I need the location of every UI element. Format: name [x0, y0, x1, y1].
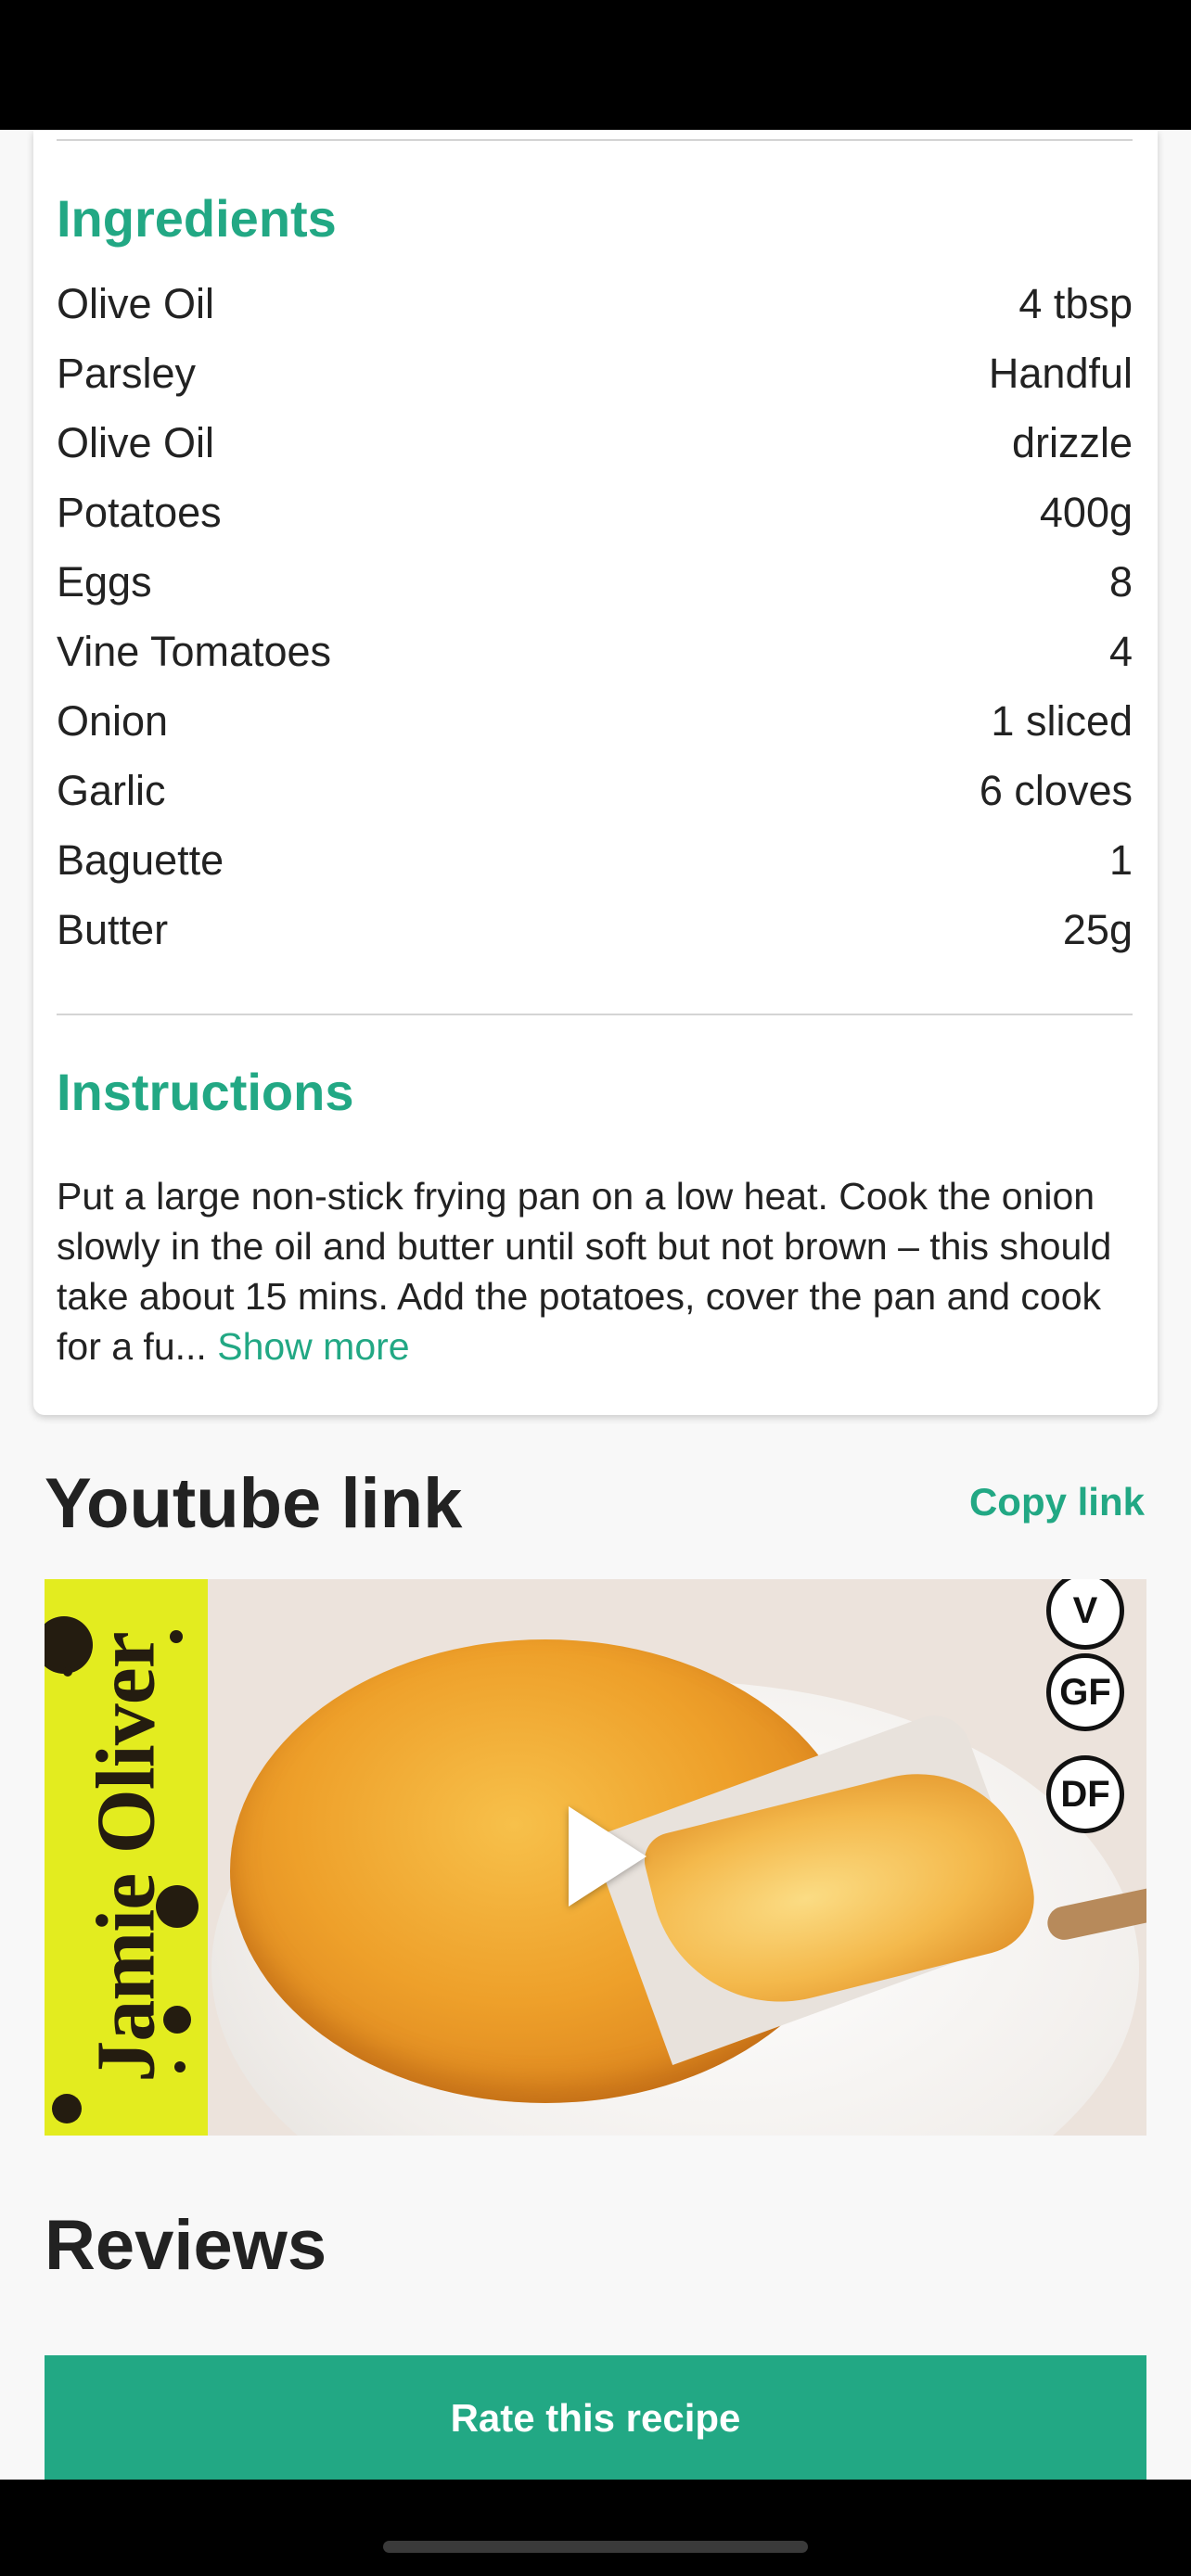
- ingredient-row: Onion 1 sliced: [57, 686, 1133, 756]
- ingredient-name: Vine Tomatoes: [57, 628, 332, 675]
- ingredient-name: Onion: [57, 697, 169, 745]
- ingredient-row: Potatoes 400g: [57, 478, 1133, 547]
- ingredient-name: Olive Oil: [57, 419, 215, 466]
- bottom-bar: [0, 2480, 1191, 2576]
- ingredient-name: Baguette: [57, 836, 224, 884]
- ingredient-name: Parsley: [57, 350, 197, 397]
- ingredient-row: Eggs 8: [57, 547, 1133, 617]
- instructions-body: Put a large non-stick frying pan on a lo…: [57, 1175, 1112, 1368]
- instructions-text: Put a large non-stick frying pan on a lo…: [57, 1171, 1142, 1371]
- ingredient-row: Vine Tomatoes 4: [57, 617, 1133, 686]
- top-divider: [57, 139, 1133, 141]
- ingredient-row: Olive Oil 4 tbsp: [57, 269, 1133, 338]
- reviews-title: Reviews: [45, 2206, 327, 2285]
- ingredient-row: Garlic 6 cloves: [57, 756, 1133, 825]
- ingredient-quantity: 1: [1108, 836, 1133, 884]
- ingredient-name: Potatoes: [57, 489, 222, 536]
- dairy-free-badge: DF: [1046, 1755, 1124, 1833]
- ingredient-name: Olive Oil: [57, 280, 215, 327]
- ingredient-name: Eggs: [57, 558, 152, 606]
- ingredient-row: Parsley Handful: [57, 338, 1133, 408]
- ingredient-row: Baguette 1: [57, 825, 1133, 895]
- ingredient-quantity: 4 tbsp: [1018, 280, 1133, 327]
- decor-dot: [63, 1667, 72, 1677]
- ingredient-name: Garlic: [57, 767, 166, 814]
- ingredient-row: Olive Oil drizzle: [57, 408, 1133, 478]
- ingredient-name: Butter: [57, 906, 169, 953]
- rate-recipe-button[interactable]: Rate this recipe: [45, 2355, 1146, 2480]
- youtube-video-thumbnail[interactable]: Jamie Oliver V GF DF: [45, 1579, 1146, 2136]
- copy-link-button[interactable]: Copy link: [969, 1474, 1145, 1530]
- ingredient-quantity: drizzle: [1011, 419, 1133, 466]
- gluten-free-badge: GF: [1046, 1653, 1124, 1731]
- ingredient-quantity: Handful: [988, 350, 1133, 397]
- home-indicator[interactable]: [383, 2541, 808, 2553]
- show-more-link[interactable]: Show more: [217, 1325, 409, 1368]
- ingredient-quantity: 1 sliced: [991, 697, 1133, 745]
- ingredient-quantity: 25g: [1062, 906, 1133, 953]
- status-bar: [0, 0, 1191, 130]
- ingredient-row: Butter 25g: [57, 895, 1133, 964]
- brand-band: Jamie Oliver: [45, 1579, 208, 2136]
- recipe-card: Ingredients Olive Oil 4 tbsp Parsley Han…: [33, 130, 1158, 1415]
- instructions-heading: Instructions: [57, 1063, 354, 1121]
- ingredients-heading: Ingredients: [57, 189, 337, 248]
- section-divider: [57, 1014, 1133, 1015]
- brand-logo-text: Jamie Oliver: [80, 1632, 173, 2083]
- vegetarian-badge: V: [1046, 1579, 1124, 1650]
- youtube-title: Youtube link: [45, 1464, 463, 1543]
- play-icon[interactable]: [569, 1806, 647, 1906]
- ingredient-quantity: 400g: [1039, 489, 1133, 536]
- ingredient-quantity: 8: [1108, 558, 1133, 606]
- ingredients-list: Olive Oil 4 tbsp Parsley Handful Olive O…: [57, 269, 1133, 964]
- decor-dot: [52, 2094, 82, 2123]
- ingredient-quantity: 4: [1108, 628, 1133, 675]
- ingredient-quantity: 6 cloves: [979, 767, 1133, 814]
- decor-dot: [174, 2061, 186, 2072]
